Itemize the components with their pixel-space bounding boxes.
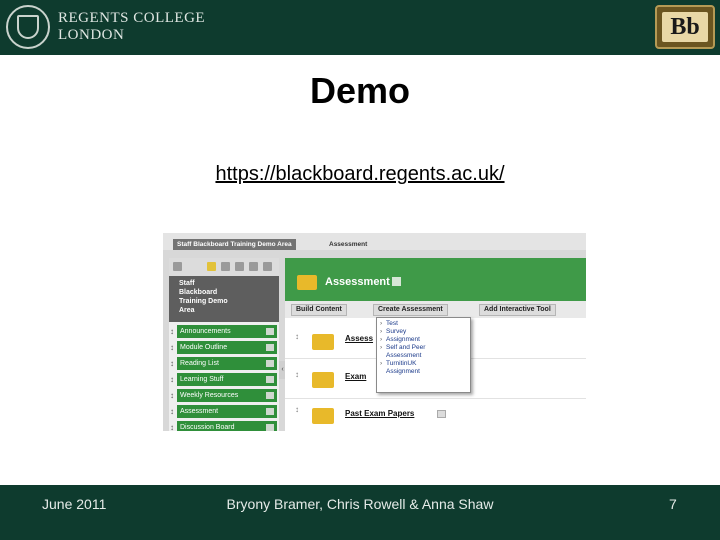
menu-item-turnitin[interactable]: TurnitinUK Assignment: [380, 360, 467, 376]
create-assessment-menu: Test Survey Assignment Self and Peer Ass…: [376, 317, 471, 393]
menu-item-test[interactable]: Test: [380, 320, 467, 328]
home-icon[interactable]: [173, 262, 182, 271]
refresh-icon[interactable]: [249, 262, 258, 271]
college-name: REGENTS COLLEGE LONDON: [58, 10, 205, 44]
blackboard-screenshot: Staff Blackboard Training Demo Area Asse…: [163, 233, 586, 431]
blackboard-logo-text: Bb: [662, 12, 708, 42]
course-title-block[interactable]: Staff Blackboard Training Demo Area: [169, 276, 279, 322]
window-icon[interactable]: [235, 262, 244, 271]
college-name-line1: REGENTS COLLEGE: [58, 10, 206, 26]
sidebar-item-label: Reading List: [180, 360, 219, 367]
course-tab-bar: Staff Blackboard Training Demo Area Asse…: [163, 233, 586, 250]
chevron-right-icon[interactable]: [266, 392, 274, 399]
folder-icon: [297, 275, 317, 290]
menu-item-label: Assessment: [386, 352, 422, 359]
menu-item-assignment[interactable]: Assignment: [380, 336, 467, 344]
add-interactive-tool-button[interactable]: Add Interactive Tool: [479, 304, 556, 316]
course-name-line1: Staff: [179, 280, 195, 287]
drag-handle-icon[interactable]: ↕: [170, 359, 174, 368]
content-item-title[interactable]: Past Exam Papers: [345, 409, 414, 418]
footer-authors: Bryony Bramer, Chris Rowell & Anna Shaw: [226, 496, 494, 512]
sidebar-item-discussion-board[interactable]: Discussion Board: [177, 421, 277, 431]
menu-item-self-peer[interactable]: Self and Peer Assessment: [380, 344, 467, 360]
chevron-right-icon[interactable]: [266, 376, 274, 383]
menu-item-label: Assignment: [386, 368, 420, 375]
chevron-right-icon[interactable]: [266, 344, 274, 351]
course-menu: Staff Blackboard Training Demo Area ↕ An…: [169, 258, 279, 431]
drag-handle-icon[interactable]: ↕: [295, 370, 299, 379]
blackboard-logo-icon: Bb: [655, 5, 715, 49]
course-tab[interactable]: Staff Blackboard Training Demo Area: [173, 239, 296, 250]
course-name-line3: Training Demo: [179, 298, 228, 305]
chevron-right-icon[interactable]: [266, 360, 274, 367]
sidebar-item-label: Assessment: [180, 408, 219, 415]
sidebar-item-module-outline[interactable]: Module Outline: [177, 341, 277, 354]
folder-icon: [312, 408, 334, 424]
drag-handle-icon[interactable]: ↕: [170, 391, 174, 400]
menu-item-label: Self and Peer: [386, 344, 426, 351]
drag-handle-icon[interactable]: ↕: [170, 375, 174, 384]
drag-handle-icon[interactable]: ↕: [170, 327, 174, 336]
drag-handle-icon[interactable]: ↕: [170, 423, 174, 431]
slide-number: 7: [669, 496, 677, 512]
sidebar-item-assessment[interactable]: Assessment: [177, 405, 277, 418]
sidebar-item-weekly-resources[interactable]: Weekly Resources: [177, 389, 277, 402]
breadcrumb[interactable]: Assessment: [329, 239, 367, 250]
drag-handle-icon[interactable]: ↕: [295, 332, 299, 341]
menu-view-icon[interactable]: [207, 262, 216, 271]
content-item-title[interactable]: Assess: [345, 334, 373, 343]
chevron-right-icon[interactable]: [266, 328, 274, 335]
menu-item-label: TurnitinUK: [386, 360, 417, 367]
chevron-right-icon[interactable]: [266, 408, 274, 415]
header-band: REGENTS COLLEGE LONDON Bb: [0, 0, 720, 55]
expand-icon[interactable]: [263, 262, 272, 271]
course-name-line2: Blackboard: [179, 289, 218, 296]
sidebar-item-label: Weekly Resources: [180, 392, 239, 399]
row-divider: [285, 398, 586, 399]
menu-item-survey[interactable]: Survey: [380, 328, 467, 336]
folder-view-icon[interactable]: [221, 262, 230, 271]
create-assessment-button[interactable]: Create Assessment: [373, 304, 448, 316]
blackboard-link[interactable]: https://blackboard.regents.ac.uk/: [0, 162, 720, 186]
caret-down-icon[interactable]: [392, 277, 401, 286]
build-content-button[interactable]: Build Content: [291, 304, 347, 316]
drag-handle-icon[interactable]: ↕: [170, 407, 174, 416]
footer-band: June 2011 Bryony Bramer, Chris Rowell & …: [0, 485, 720, 540]
caret-down-icon[interactable]: [437, 410, 446, 418]
college-crest-icon: [6, 5, 50, 49]
sidebar-item-announcements[interactable]: Announcements: [177, 325, 277, 338]
sidebar-item-label: Discussion Board: [180, 424, 235, 431]
course-menu-toolbar: [169, 258, 279, 276]
folder-icon: [312, 372, 334, 388]
sidebar-item-reading-list[interactable]: Reading List: [177, 357, 277, 370]
drag-handle-icon[interactable]: ↕: [170, 343, 174, 352]
drag-handle-icon[interactable]: ↕: [295, 405, 299, 414]
slide-title: Demo: [309, 70, 411, 111]
content-header: Assessment: [285, 258, 586, 301]
content-item-title[interactable]: Exam: [345, 372, 366, 381]
sidebar-item-label: Module Outline: [180, 344, 228, 351]
sidebar-item-label: Learning Stuff: [180, 376, 224, 383]
sidebar-item-learning-stuff[interactable]: Learning Stuff: [177, 373, 277, 386]
action-bar: Build Content Create Assessment Add Inte…: [285, 301, 586, 318]
chevron-right-icon[interactable]: [266, 424, 274, 431]
course-name-line4: Area: [179, 307, 195, 314]
page-title: Assessment: [325, 276, 390, 288]
sidebar-item-label: Announcements: [180, 328, 231, 335]
folder-icon: [312, 334, 334, 350]
college-name-line2: LONDON: [58, 27, 125, 43]
